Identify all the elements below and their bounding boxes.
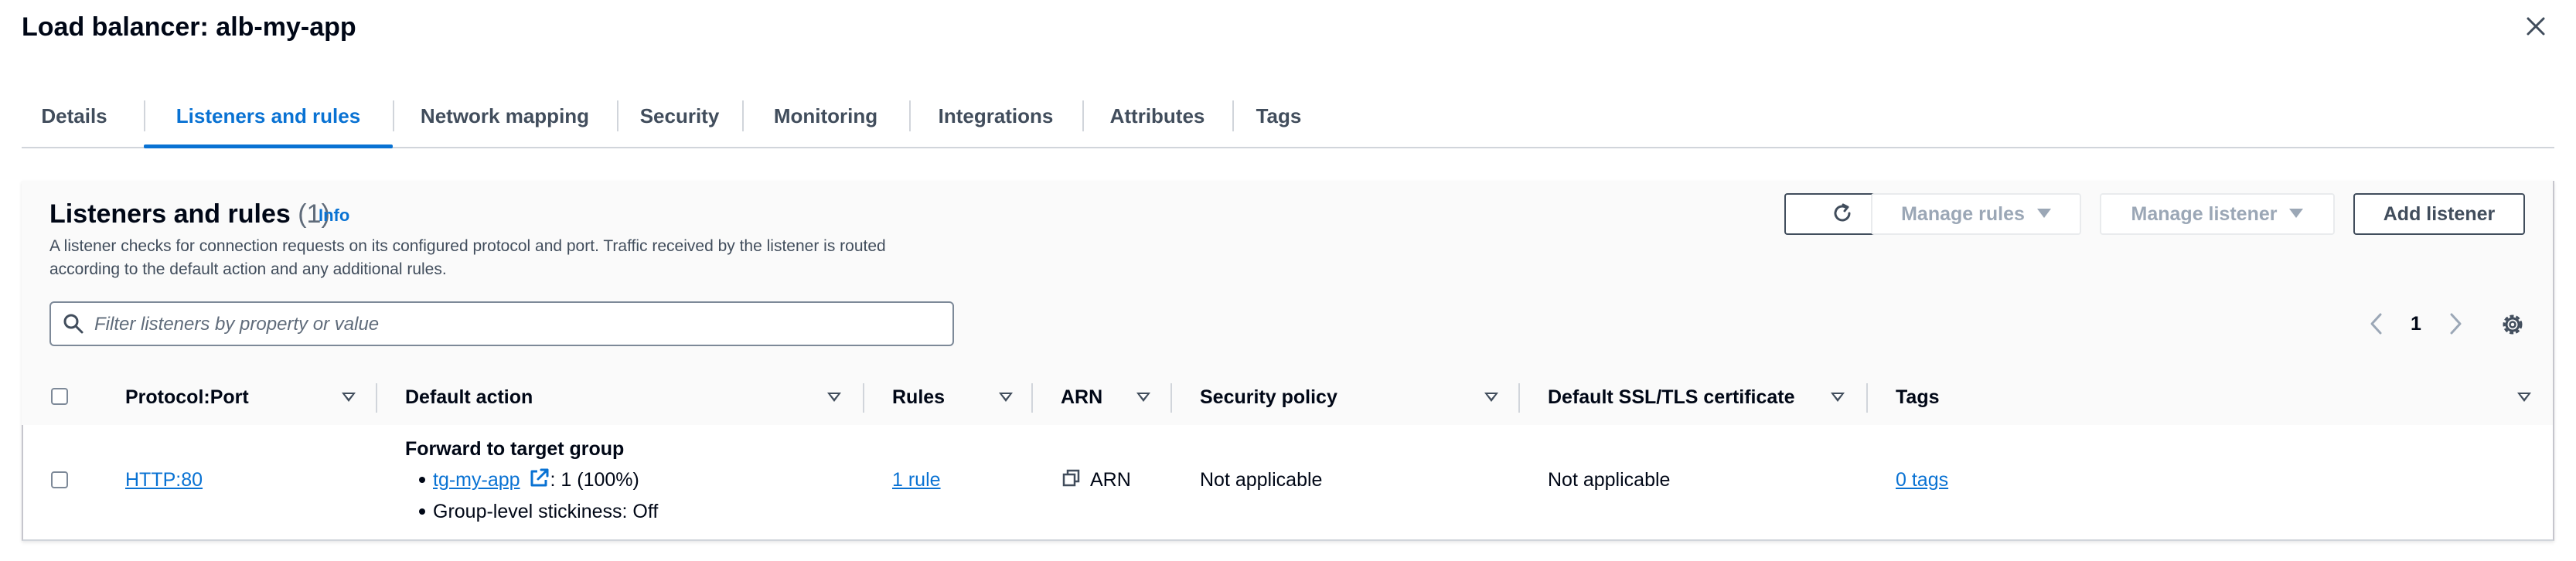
row-checkbox[interactable]	[51, 471, 68, 488]
tab-listeners-and-rules[interactable]: Listeners and rules	[145, 83, 391, 148]
arn-copy[interactable]: ARN	[1061, 467, 1131, 493]
tab-security[interactable]: Security	[618, 83, 741, 148]
security-policy-value: Not applicable	[1200, 469, 1323, 491]
chevron-left-icon[interactable]	[2366, 311, 2387, 337]
column-divider[interactable]	[1170, 383, 1172, 413]
tab-details[interactable]: Details	[31, 83, 118, 148]
section-description: A listener checks for connection request…	[49, 235, 977, 281]
manage-rules-button[interactable]: Manage rules	[1871, 193, 2081, 235]
add-listener-button[interactable]: Add listener	[2353, 193, 2525, 235]
active-tab-indicator	[144, 144, 393, 148]
column-divider[interactable]	[863, 383, 864, 413]
refresh-icon	[1834, 203, 1851, 222]
sort-icon[interactable]	[2517, 393, 2531, 402]
target-weight: : 1 (100%)	[550, 469, 639, 491]
arn-label: ARN	[1090, 469, 1131, 491]
search-icon	[63, 314, 83, 334]
column-header-security-policy: Security policy	[1200, 386, 1337, 408]
caret-down-icon	[2289, 209, 2304, 218]
tab-network-mapping[interactable]: Network mapping	[394, 83, 615, 148]
tab-integrations[interactable]: Integrations	[911, 83, 1081, 148]
column-header-rules: Rules	[892, 386, 946, 408]
tab-tags[interactable]: Tags	[1234, 83, 1324, 148]
column-divider[interactable]	[1031, 383, 1033, 413]
ssl-certificate-value: Not applicable	[1548, 469, 1671, 491]
tab-attributes[interactable]: Attributes	[1084, 83, 1231, 148]
tags-link[interactable]: 0 tags	[1896, 467, 1948, 493]
manage-rules-label: Manage rules	[1901, 203, 2025, 225]
section-title-text: Listeners and rules	[49, 199, 291, 229]
bullet	[419, 477, 425, 483]
sort-icon[interactable]	[1831, 393, 1845, 402]
sort-icon[interactable]	[827, 393, 841, 402]
select-all-checkbox[interactable]	[51, 388, 68, 405]
column-header-tags: Tags	[1896, 386, 1940, 408]
column-header-protocol-port: Protocol:Port	[125, 386, 249, 408]
page-number[interactable]: 1	[2411, 311, 2421, 337]
sort-icon[interactable]	[1484, 393, 1498, 402]
column-divider[interactable]	[1866, 383, 1868, 413]
tab-monitoring[interactable]: Monitoring	[744, 83, 908, 148]
manage-listener-button[interactable]: Manage listener	[2100, 193, 2335, 235]
bullet	[419, 508, 425, 515]
page-title: Load balancer: alb-my-app	[22, 12, 356, 42]
default-action-title: Forward to target group	[405, 438, 625, 460]
table-row: HTTP:80 Forward to target group tg-my-ap…	[23, 425, 2553, 538]
target-group-entry: tg-my-app : 1 (100%)	[433, 467, 639, 493]
external-link-icon[interactable]	[529, 467, 550, 488]
search-input[interactable]	[93, 304, 946, 345]
sort-icon[interactable]	[342, 393, 356, 402]
tab-list: Details Listeners and rules Network mapp…	[22, 83, 2554, 148]
manage-listener-label: Manage listener	[2131, 203, 2278, 225]
close-icon[interactable]	[2520, 11, 2551, 42]
sort-icon[interactable]	[1136, 393, 1150, 402]
column-header-default-action: Default action	[405, 386, 533, 408]
caret-down-icon	[2036, 209, 2051, 218]
table-header: Protocol:Port Default action Rules ARN S…	[23, 371, 2553, 423]
column-header-ssl-certificate: Default SSL/TLS certificate	[1548, 386, 1795, 408]
description-line-2: according to the default action and any …	[49, 260, 447, 278]
chevron-right-icon[interactable]	[2445, 311, 2466, 337]
sort-icon[interactable]	[999, 393, 1013, 402]
gear-icon[interactable]	[2499, 311, 2527, 338]
target-group-link[interactable]: tg-my-app	[433, 469, 520, 491]
rules-link[interactable]: 1 rule	[892, 467, 941, 493]
copy-icon[interactable]	[1061, 468, 1082, 489]
stickiness-text: Group-level stickiness: Off	[433, 501, 659, 522]
section-title: Listeners and rules (1)	[49, 196, 330, 232]
column-divider[interactable]	[1518, 383, 1520, 413]
close-button[interactable]	[2520, 11, 2551, 42]
protocol-port-link[interactable]: HTTP:80	[125, 467, 203, 493]
description-line-1: A listener checks for connection request…	[49, 237, 886, 255]
info-link[interactable]: Info	[319, 206, 349, 226]
column-header-arn: ARN	[1061, 386, 1103, 408]
column-divider[interactable]	[376, 383, 377, 413]
